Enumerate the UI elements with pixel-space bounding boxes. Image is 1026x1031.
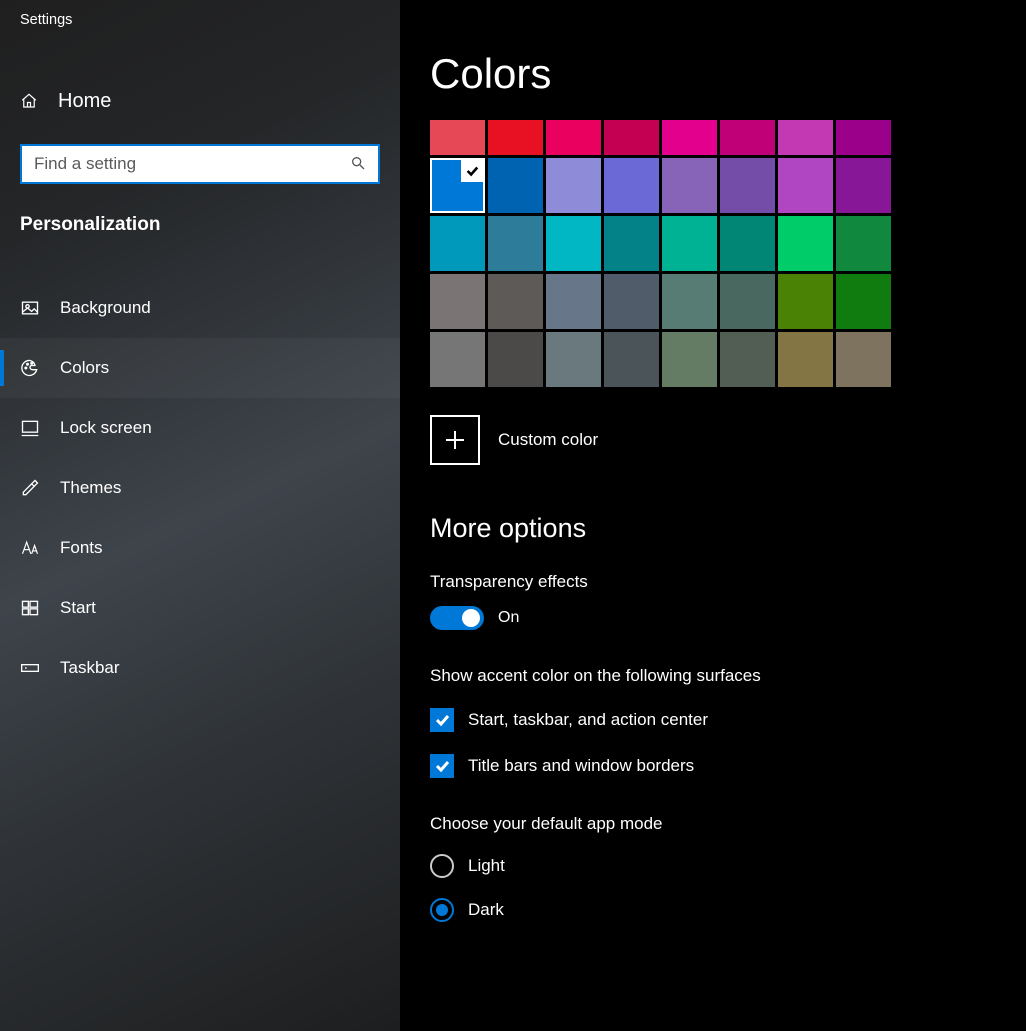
start-grid-icon [20, 598, 40, 618]
color-swatch[interactable] [778, 120, 833, 155]
transparency-label: Transparency effects [430, 572, 1026, 592]
sidebar-item-fonts[interactable]: Fonts [0, 518, 400, 578]
monitor-icon [20, 418, 40, 438]
color-swatch[interactable] [430, 158, 485, 213]
taskbar-icon [20, 658, 40, 678]
color-swatch[interactable] [430, 120, 485, 155]
color-swatch[interactable] [720, 158, 775, 213]
color-swatch[interactable] [836, 216, 891, 271]
color-swatch[interactable] [546, 332, 601, 387]
app-mode-label: Choose your default app mode [430, 814, 1026, 834]
section-header: Personalization [0, 184, 400, 236]
color-palette [430, 120, 1026, 387]
brush-icon [20, 478, 40, 498]
check-icon [461, 160, 483, 182]
page-title: Colors [430, 50, 1026, 98]
checkbox-label: Title bars and window borders [468, 756, 694, 776]
color-swatch[interactable] [836, 158, 891, 213]
color-swatch[interactable] [662, 158, 717, 213]
color-swatch[interactable] [604, 120, 659, 155]
custom-color-row[interactable]: Custom color [430, 415, 1026, 465]
sidebar: Settings Home Personalization Background… [0, 0, 400, 1031]
color-swatch[interactable] [836, 274, 891, 329]
nav-home-label: Home [58, 90, 111, 113]
search-icon [350, 155, 366, 174]
sidebar-item-label: Themes [60, 478, 121, 498]
checkbox-label: Start, taskbar, and action center [468, 710, 708, 730]
app-mode-option[interactable]: Dark [430, 898, 1026, 922]
color-swatch[interactable] [430, 332, 485, 387]
color-swatch[interactable] [488, 120, 543, 155]
custom-color-button[interactable] [430, 415, 480, 465]
surfaces-label: Show accent color on the following surfa… [430, 666, 1026, 686]
transparency-state: On [498, 609, 519, 627]
color-swatch[interactable] [430, 216, 485, 271]
color-swatch[interactable] [604, 332, 659, 387]
color-swatch[interactable] [488, 274, 543, 329]
surface-check-row[interactable]: Start, taskbar, and action center [430, 708, 1026, 732]
app-mode-option[interactable]: Light [430, 854, 1026, 878]
radio-label: Light [468, 856, 505, 876]
color-swatch[interactable] [778, 274, 833, 329]
home-icon [20, 92, 38, 110]
color-swatch[interactable] [546, 274, 601, 329]
main-content: Colors Custom color More options Transpa… [400, 0, 1026, 1031]
radio-button[interactable] [430, 898, 454, 922]
sidebar-item-label: Start [60, 598, 96, 618]
color-swatch[interactable] [662, 120, 717, 155]
color-swatch[interactable] [720, 332, 775, 387]
color-swatch[interactable] [604, 216, 659, 271]
palette-icon [20, 358, 40, 378]
color-swatch[interactable] [546, 158, 601, 213]
sidebar-item-lock-screen[interactable]: Lock screen [0, 398, 400, 458]
color-swatch[interactable] [778, 216, 833, 271]
color-swatch[interactable] [546, 216, 601, 271]
color-swatch[interactable] [430, 274, 485, 329]
search-input-container[interactable] [20, 144, 380, 184]
color-swatch[interactable] [720, 274, 775, 329]
sidebar-item-themes[interactable]: Themes [0, 458, 400, 518]
sidebar-item-label: Colors [60, 358, 109, 378]
font-icon [20, 538, 40, 558]
sidebar-item-background[interactable]: Background [0, 278, 400, 338]
transparency-toggle[interactable] [430, 606, 484, 630]
color-swatch[interactable] [662, 274, 717, 329]
color-swatch[interactable] [488, 158, 543, 213]
surface-check-row[interactable]: Title bars and window borders [430, 754, 1026, 778]
radio-label: Dark [468, 900, 504, 920]
color-swatch[interactable] [604, 158, 659, 213]
color-swatch[interactable] [604, 274, 659, 329]
sidebar-nav: Background Colors Lock screen Themes Fonts St… [0, 278, 400, 698]
color-swatch[interactable] [546, 120, 601, 155]
radio-button[interactable] [430, 854, 454, 878]
checkbox[interactable] [430, 754, 454, 778]
nav-home[interactable]: Home [0, 76, 400, 126]
sidebar-item-colors[interactable]: Colors [0, 338, 400, 398]
surfaces-checks: Start, taskbar, and action center Title b… [430, 708, 1026, 778]
color-swatch[interactable] [720, 216, 775, 271]
color-swatch[interactable] [778, 332, 833, 387]
custom-color-label: Custom color [498, 430, 598, 450]
sidebar-item-label: Background [60, 298, 151, 318]
color-swatch[interactable] [662, 216, 717, 271]
color-swatch[interactable] [488, 332, 543, 387]
picture-icon [20, 298, 40, 318]
search-input[interactable] [34, 154, 350, 174]
more-options-header: More options [430, 513, 1026, 544]
color-swatch[interactable] [836, 332, 891, 387]
color-swatch[interactable] [836, 120, 891, 155]
color-swatch[interactable] [720, 120, 775, 155]
sidebar-item-label: Lock screen [60, 418, 152, 438]
color-swatch[interactable] [488, 216, 543, 271]
sidebar-item-taskbar[interactable]: Taskbar [0, 638, 400, 698]
sidebar-item-label: Fonts [60, 538, 103, 558]
sidebar-item-label: Taskbar [60, 658, 120, 678]
checkbox[interactable] [430, 708, 454, 732]
color-swatch[interactable] [778, 158, 833, 213]
sidebar-item-start[interactable]: Start [0, 578, 400, 638]
app-title: Settings [0, 0, 400, 28]
app-mode-options: Light Dark [430, 854, 1026, 922]
color-swatch[interactable] [662, 332, 717, 387]
